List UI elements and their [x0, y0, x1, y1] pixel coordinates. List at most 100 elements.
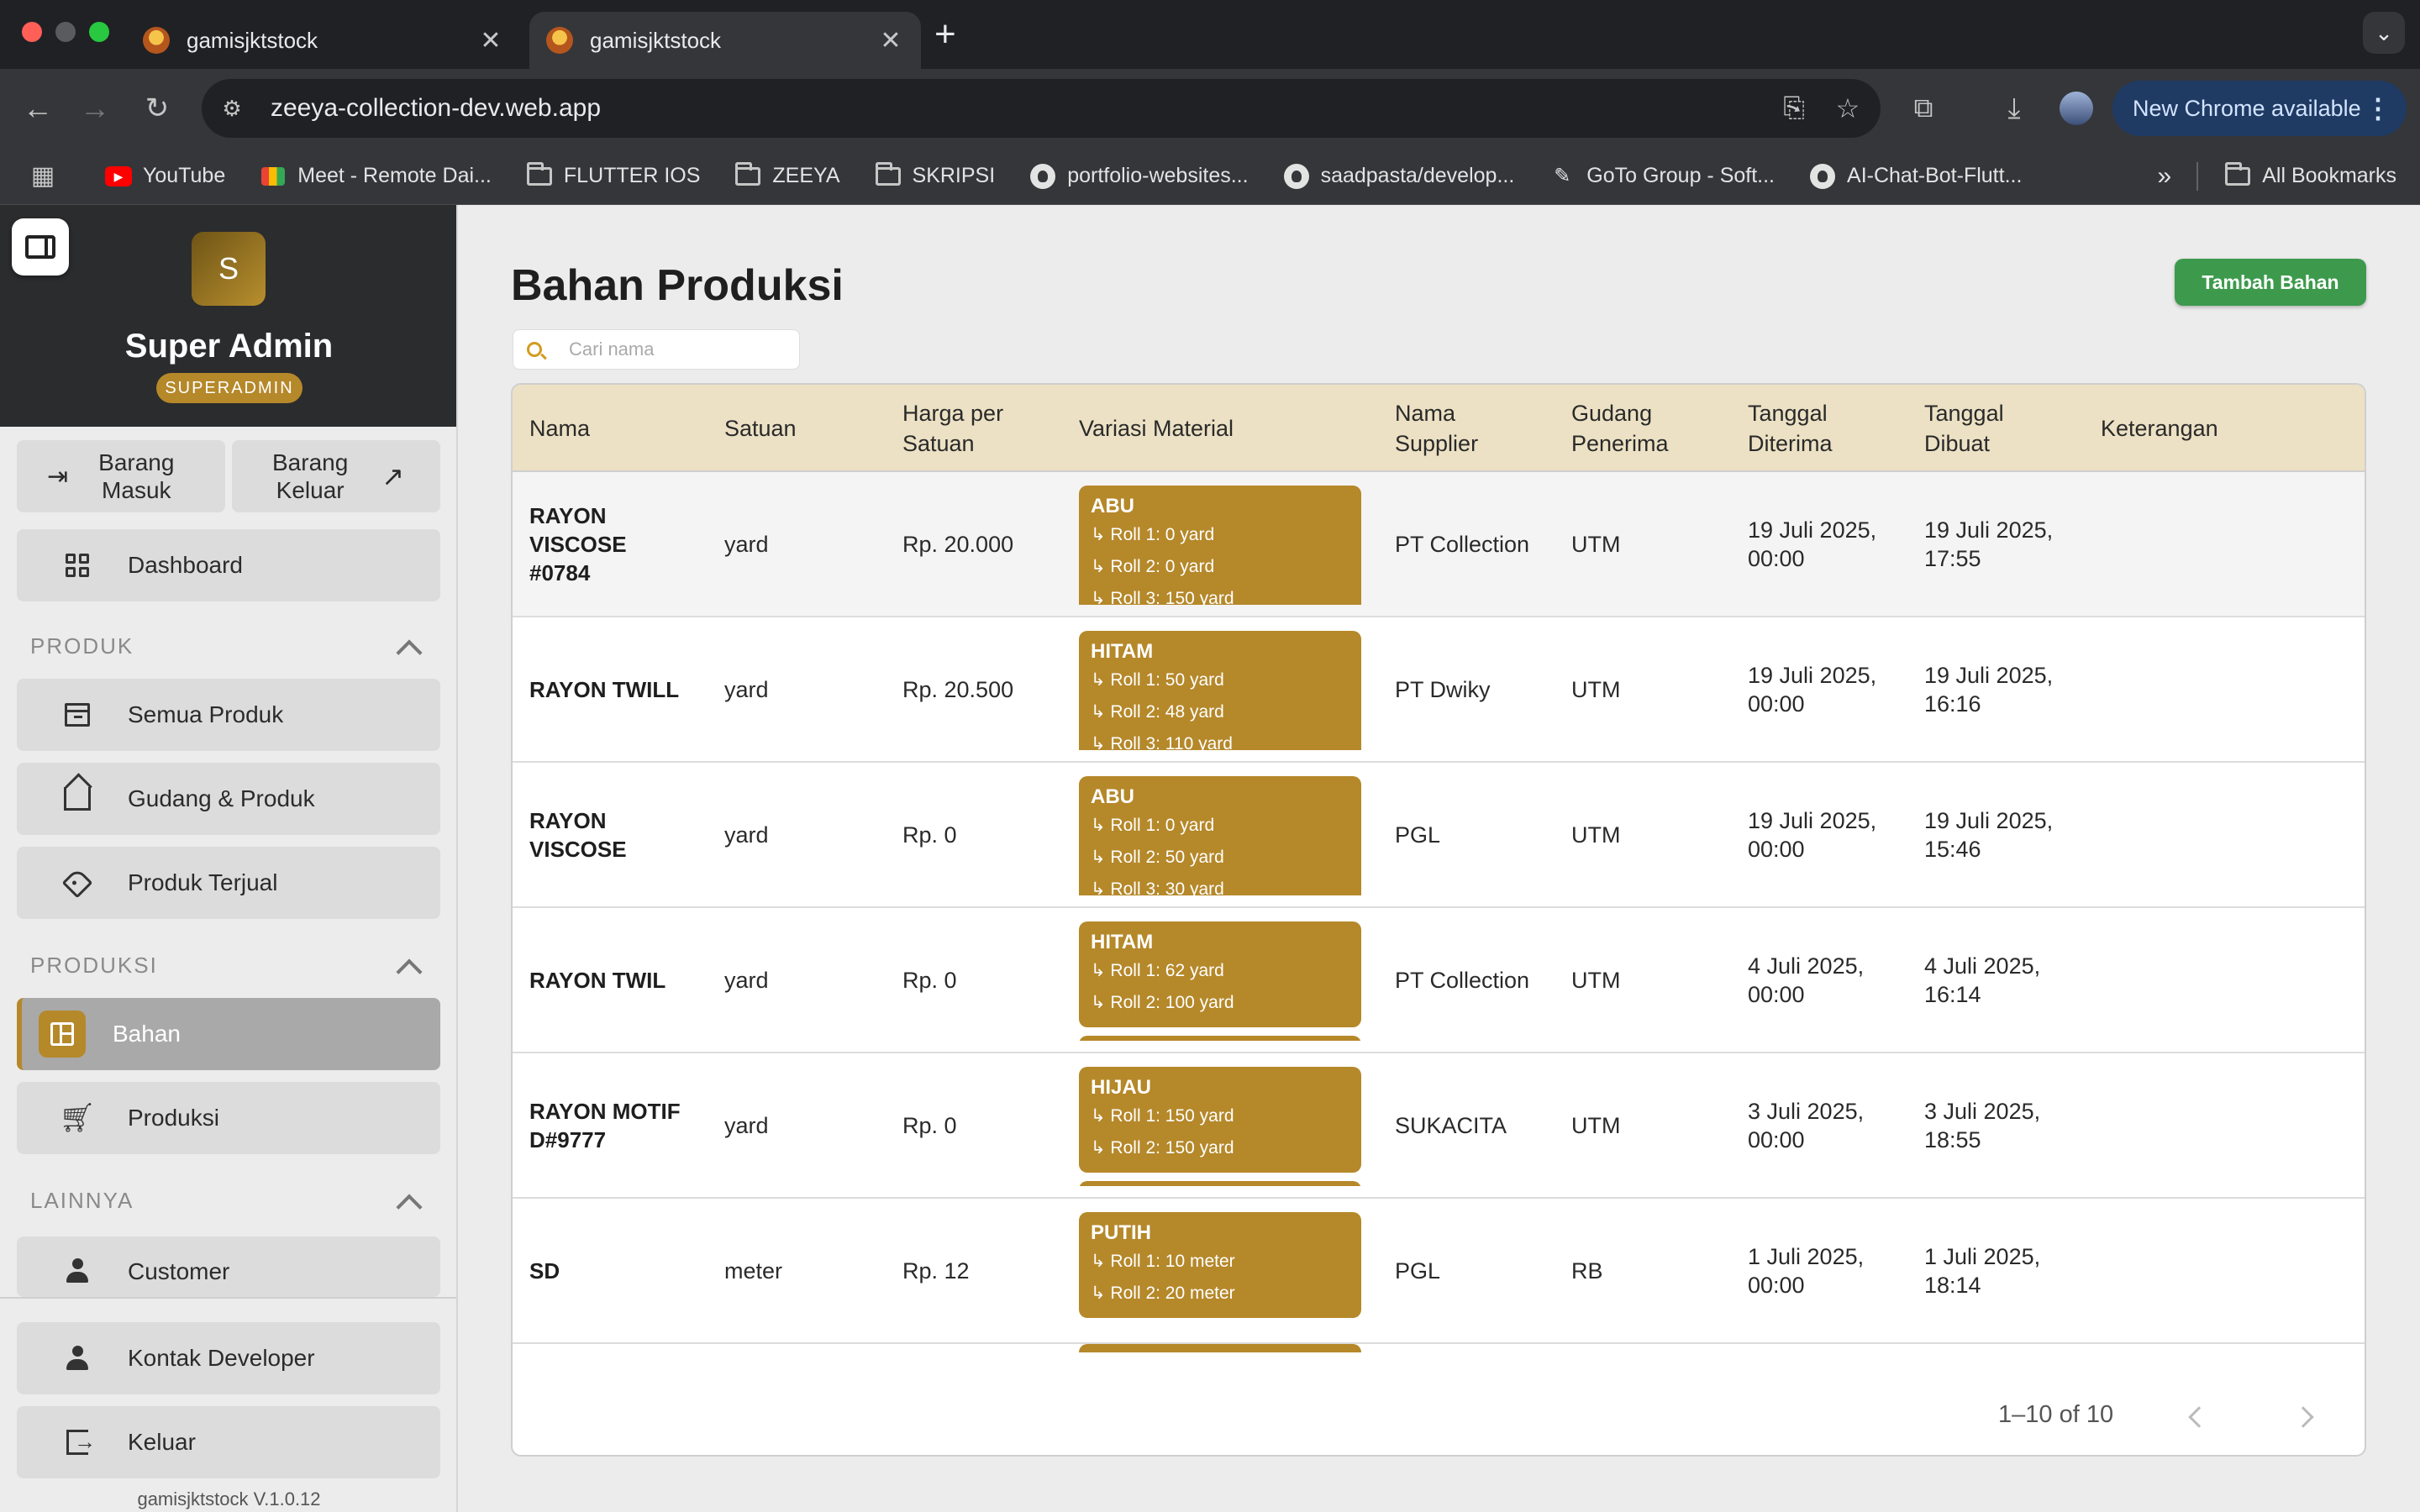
table-row[interactable]: RAYON VISCOSE yard Rp. 0 PGL UTM 19 Juli 2025… [513, 763, 2365, 908]
sidebar-item-dashboard[interactable]: Dashboard [17, 529, 440, 601]
column-header-tanggal-dibuat[interactable]: Tanggal Dibuat [1924, 385, 2004, 472]
cell-gudang: UTM [1571, 1112, 1621, 1138]
column-header-harga[interactable]: Harga per Satuan [902, 385, 1003, 472]
material-chip: PUTIH ↳ Roll 1: 10 meter ↳ Roll 2: 20 mete… [1079, 1212, 1361, 1318]
cell-supplier: PGL [1395, 822, 1441, 848]
variasi-material-list[interactable]: HIJAU ↳ Roll 1: 150 yard ↳ Roll 2: 150 yar… [1079, 1067, 1361, 1186]
sidebar-item-customer[interactable]: Customer [17, 1236, 440, 1297]
toggle-sidebar-button[interactable] [12, 218, 69, 276]
collapse-chevron-up-icon[interactable] [396, 639, 423, 666]
folder-icon [2223, 161, 2252, 189]
bookmark-saadpasta[interactable]: saadpasta/develop... [1282, 163, 1514, 189]
collapse-chevron-up-icon[interactable] [396, 958, 423, 985]
table-row[interactable]: RAYON TWILL yard Rp. 20.500 PT Dwiky UTM 19 J… [513, 617, 2365, 763]
youtube-icon: ▶ [104, 164, 133, 189]
more-bookmarks-chevron-icon[interactable]: » [2158, 162, 2172, 191]
search-box[interactable] [513, 329, 800, 370]
variasi-material-list[interactable]: ABU ↳ Roll 1: 0 yard ↳ Roll 2: 0 yard ↳ Rol… [1079, 486, 1361, 605]
logout-button[interactable]: Keluar [17, 1406, 440, 1478]
new-chrome-available-button[interactable]: New Chrome available ⋮ [2112, 81, 2407, 136]
install-app-icon[interactable]: ⎘ [1773, 87, 1815, 129]
bookmark-folder-flutter-ios[interactable]: FLUTTER IOS [525, 161, 700, 189]
close-tab-icon[interactable]: ✕ [477, 26, 504, 55]
all-bookmarks-folder[interactable]: All Bookmarks [2223, 161, 2396, 189]
barang-keluar-button[interactable]: Barang Keluar ↗ [232, 440, 440, 512]
cell-tanggal-diterima: 1 Juli 2025, 00:00 [1748, 1243, 1865, 1298]
tab-search-chevron-icon[interactable]: ⌄ [2363, 12, 2405, 54]
cell-keterangan [2101, 763, 2353, 906]
maximize-window-button[interactable] [89, 22, 109, 42]
bookmark-meet[interactable]: Meet - Remote Dai... [259, 164, 492, 189]
address-bar[interactable]: ⚙ zeeya-collection-dev.web.app ⎘ ☆ [202, 79, 1881, 138]
close-tab-icon[interactable]: ✕ [877, 26, 904, 55]
chevron-left-icon[interactable] [2188, 1406, 2210, 1428]
cell-nama: SD [529, 1257, 560, 1284]
bookmark-folder-zeeya[interactable]: ZEEYA [734, 161, 840, 189]
column-header-supplier[interactable]: Nama Supplier [1395, 385, 1478, 472]
sidebar-item-bahan-active[interactable]: Bahan [17, 998, 440, 1070]
sidebar-item-produk-terjual[interactable]: Produk Terjual [17, 847, 440, 919]
cell-nama: RAYON MOTIF D#9777 [529, 1098, 681, 1152]
chevron-right-icon[interactable] [2292, 1406, 2314, 1428]
table-row-partial [513, 1344, 2365, 1352]
apps-grid-icon[interactable]: ▦ [29, 162, 67, 190]
site-info-icon[interactable]: ⚙ [213, 90, 250, 127]
column-header-variasi[interactable]: Variasi Material [1079, 385, 1234, 472]
column-header-tanggal-diterima[interactable]: Tanggal Diterima [1748, 385, 1833, 472]
bookmark-folder-skripsi[interactable]: SKRIPSI [874, 161, 995, 189]
cell-nama: RAYON VISCOSE [529, 807, 627, 862]
minimize-window-button[interactable] [55, 22, 76, 42]
column-header-satuan[interactable]: Satuan [724, 385, 797, 472]
bookmark-goto-group[interactable]: ✎ GoTo Group - Soft... [1548, 164, 1775, 189]
kontak-developer-label: Kontak Developer [128, 1345, 315, 1371]
bookmark-label: ZEEYA [772, 164, 840, 187]
url-text[interactable]: zeeya-collection-dev.web.app [271, 94, 1773, 123]
table-row[interactable]: RAYON MOTIF D#9777 yard Rp. 0 SUKACITA UTM 3 … [513, 1053, 2365, 1199]
tambah-bahan-button[interactable]: Tambah Bahan [2175, 259, 2366, 306]
column-header-keterangan[interactable]: Keterangan [2101, 385, 2218, 472]
downloads-icon[interactable]: ⤓ [1995, 89, 2033, 128]
cell-tanggal-dibuat: 19 Juli 2025, 16:16 [1924, 662, 2054, 717]
profile-avatar[interactable] [2057, 89, 2096, 128]
cell-tanggal-dibuat: 4 Juli 2025, 16:14 [1924, 953, 2041, 1007]
sidebar-item-produksi[interactable]: 🛒︎ Produksi [17, 1082, 440, 1154]
cell-satuan: yard [724, 967, 769, 993]
bookmark-star-icon[interactable]: ☆ [1827, 87, 1869, 129]
extensions-puzzle-icon[interactable]: ⧉ [1904, 89, 1943, 128]
sidebar-item-semua-produk[interactable]: Semua Produk [17, 679, 440, 751]
variasi-material-list[interactable]: ABU ↳ Roll 1: 0 yard ↳ Roll 2: 50 yard ↳ Ro… [1079, 776, 1361, 895]
cell-tanggal-dibuat: 19 Juli 2025, 17:55 [1924, 517, 2054, 571]
kontak-developer-button[interactable]: Kontak Developer [17, 1322, 440, 1394]
page-title: Bahan Produksi [511, 261, 844, 310]
sidebar-item-gudang-produk[interactable]: Gudang & Produk [17, 763, 440, 835]
material-roll: ↳ Roll 3: 150 yard [1091, 589, 1234, 605]
variasi-material-list[interactable]: PUTIH ↳ Roll 1: 10 meter ↳ Roll 2: 20 mete… [1079, 1212, 1361, 1331]
table-row[interactable]: RAYON VISCOSE #0784 yard Rp. 20.000 PT Coll… [513, 472, 2365, 617]
barang-masuk-button[interactable]: ⇥ Barang Masuk [17, 440, 225, 512]
table-row[interactable]: RAYON TWIL yard Rp. 0 PT Collection UTM 4 Jul… [513, 908, 2365, 1053]
close-window-button[interactable] [22, 22, 42, 42]
person-icon [60, 1346, 94, 1371]
column-header-nama[interactable]: Nama [529, 385, 590, 472]
forward-arrow-icon[interactable]: → [76, 89, 114, 128]
back-arrow-icon[interactable]: ← [18, 89, 57, 128]
column-header-gudang[interactable]: Gudang Penerima [1571, 385, 1669, 472]
bookmark-ai-chat-bot[interactable]: AI-Chat-Bot-Flutt... [1808, 163, 2022, 189]
new-tab-button[interactable]: + [934, 13, 956, 55]
variasi-material-list[interactable]: HITAM ↳ Roll 1: 62 yard ↳ Roll 2: 100 yard… [1079, 921, 1361, 1041]
browser-tab-1[interactable]: gamisjktstock ✕ [126, 12, 521, 69]
collapse-chevron-up-icon[interactable] [396, 1194, 423, 1221]
material-chip: HITAM ↳ Roll 1: 50 yard ↳ Roll 2: 48 yard ↳… [1079, 631, 1361, 750]
material-roll: ↳ Roll 2: 150 yard [1091, 1138, 1234, 1158]
cell-satuan: yard [724, 1112, 769, 1138]
reload-icon[interactable]: ↻ [138, 89, 176, 128]
table-row[interactable]: SD meter Rp. 12 PGL RB 1 Juli 2025, 00:00 1 Ju… [513, 1199, 2365, 1344]
table-header: Nama Satuan Harga per Satuan Variasi Mat… [513, 385, 2365, 472]
variasi-material-list[interactable]: HITAM ↳ Roll 1: 50 yard ↳ Roll 2: 48 yard ↳… [1079, 631, 1361, 750]
search-input[interactable] [569, 339, 779, 360]
material-chip: ABU ↳ Roll 1: 0 yard ↳ Roll 2: 0 yard ↳ Rol… [1079, 486, 1361, 605]
browser-tab-2-active[interactable]: gamisjktstock ✕ [529, 12, 921, 69]
bookmark-youtube[interactable]: ▶ YouTube [104, 164, 225, 189]
bookmark-portfolio[interactable]: portfolio-websites... [1028, 163, 1249, 189]
person-add-icon [60, 1258, 94, 1284]
